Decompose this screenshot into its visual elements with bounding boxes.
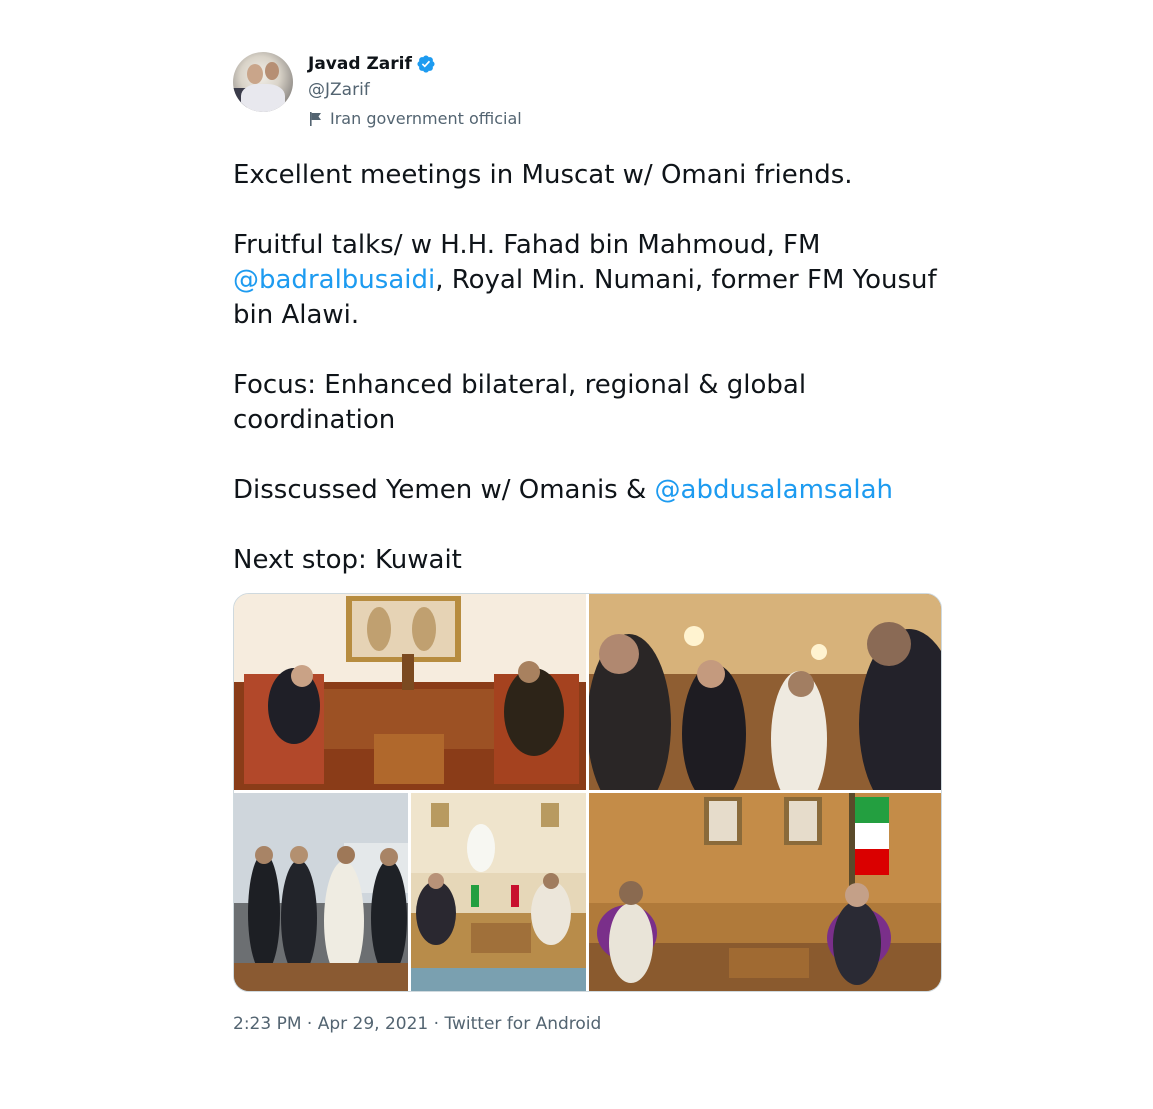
- tweet-text: Excellent meetings in Muscat w/ Omani fr…: [233, 158, 943, 578]
- tweet-header: Javad Zarif @JZarif Iran government offi…: [233, 50, 943, 140]
- government-label-text: Iran government official: [330, 109, 522, 128]
- media-grid: [233, 593, 942, 992]
- paragraph-4: Disscussed Yemen w/ Omanis & @abdusalams…: [233, 475, 894, 505]
- flag-icon: [310, 111, 321, 126]
- avatar[interactable]: [233, 52, 293, 112]
- author-name-row: Javad Zarif: [308, 54, 436, 74]
- government-label[interactable]: Iran government official: [308, 109, 522, 128]
- paragraph-1: Excellent meetings in Muscat w/ Omani fr…: [233, 160, 853, 190]
- tweet: Javad Zarif @JZarif Iran government offi…: [233, 50, 943, 1034]
- verified-badge-icon: [417, 55, 435, 73]
- paragraph-2: Fruitful talks/ w H.H. Fahad bin Mahmoud…: [233, 230, 937, 330]
- photo-5[interactable]: [589, 793, 941, 991]
- mention-abdusalamsalah[interactable]: @abdusalamsalah: [655, 475, 894, 505]
- mention-badralbusaidi[interactable]: @badralbusaidi: [233, 265, 435, 295]
- author-handle[interactable]: @JZarif: [308, 80, 370, 100]
- paragraph-5: Next stop: Kuwait: [233, 545, 462, 575]
- tweet-timestamp[interactable]: 2:23 PM · Apr 29, 2021 · Twitter for And…: [233, 1014, 601, 1034]
- photo-2[interactable]: [589, 594, 941, 790]
- photo-1[interactable]: [234, 594, 586, 790]
- photo-4[interactable]: [411, 793, 586, 991]
- photo-3[interactable]: [234, 793, 408, 991]
- paragraph-3: Focus: Enhanced bilateral, regional & gl…: [233, 370, 807, 435]
- author-name[interactable]: Javad Zarif: [308, 54, 412, 74]
